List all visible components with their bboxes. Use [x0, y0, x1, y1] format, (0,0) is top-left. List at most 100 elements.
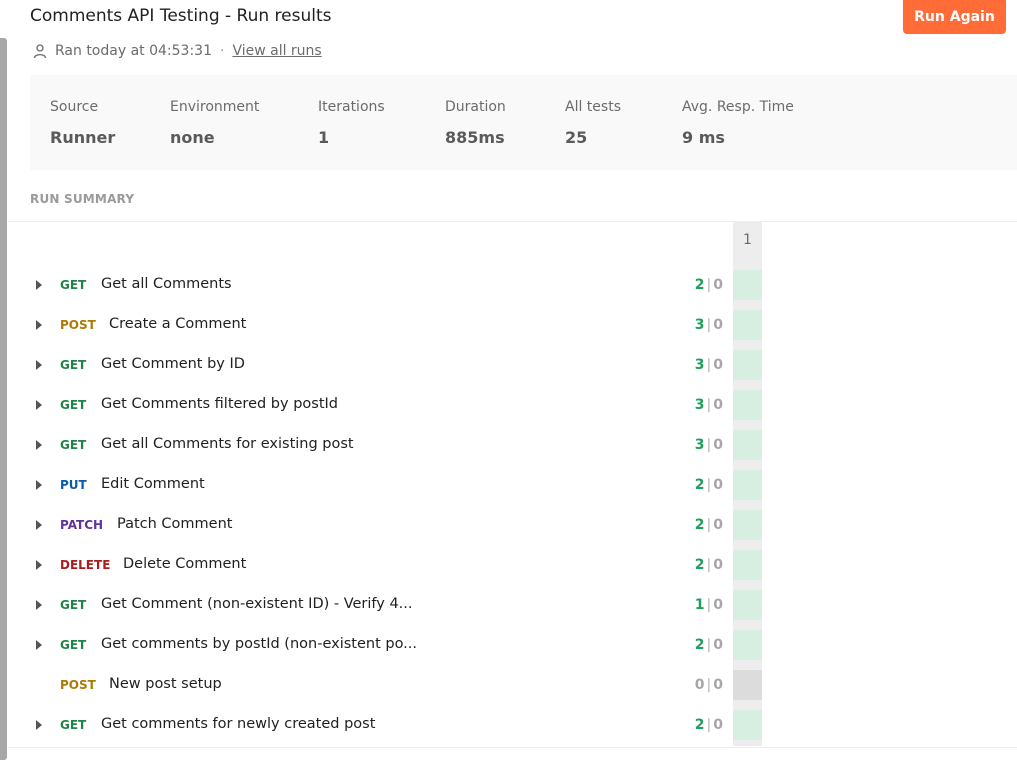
stat-value: Runner — [50, 128, 116, 147]
iteration-result-cell[interactable] — [733, 590, 762, 620]
failed-count: 0 — [713, 637, 723, 653]
iteration-result-cell[interactable] — [733, 510, 762, 540]
count-separator: | — [706, 397, 712, 413]
run-results-page: Comments API Testing - Run results Run A… — [0, 0, 1017, 777]
expand-caret-icon[interactable] — [36, 480, 42, 490]
iteration-result-cell[interactable] — [733, 670, 762, 700]
iteration-header: 1 — [743, 232, 752, 248]
iteration-result-cell[interactable] — [733, 550, 762, 580]
request-name[interactable]: Get Comments filtered by postId — [101, 396, 338, 412]
stat-label: Iterations — [318, 99, 385, 115]
request-name[interactable]: Get Comment (non-existent ID) - Verify 4… — [101, 596, 413, 612]
passed-count: 2 — [694, 557, 705, 573]
request-row[interactable]: PUT Edit Comment 2 | 0 — [0, 466, 1017, 506]
stat-label: Source — [50, 99, 99, 115]
failed-count: 0 — [713, 397, 723, 413]
test-counts: 2 | 0 — [668, 477, 723, 493]
page-title: Comments API Testing - Run results — [30, 6, 332, 26]
run-summary-heading: RUN SUMMARY — [30, 192, 135, 206]
test-counts: 3 | 0 — [668, 437, 723, 453]
iteration-result-cell[interactable] — [733, 710, 762, 740]
request-name[interactable]: Edit Comment — [101, 476, 205, 492]
stat-label: Duration — [445, 99, 506, 115]
expand-caret-icon[interactable] — [36, 320, 42, 330]
count-separator: | — [706, 717, 712, 733]
http-method-badge: GET — [60, 598, 87, 612]
request-row[interactable]: POST Create a Comment 3 | 0 — [0, 306, 1017, 346]
failed-count: 0 — [713, 597, 723, 613]
expand-caret-icon[interactable] — [36, 280, 42, 290]
expand-caret-icon[interactable] — [36, 360, 42, 370]
http-method-badge: PUT — [60, 478, 87, 492]
http-method-badge: GET — [60, 278, 87, 292]
count-separator: | — [706, 357, 712, 373]
iteration-result-cell[interactable] — [733, 270, 762, 300]
test-counts: 2 | 0 — [668, 557, 723, 573]
passed-count: 1 — [694, 597, 705, 613]
request-row[interactable]: DELETE Delete Comment 2 | 0 — [0, 546, 1017, 586]
request-row[interactable]: GET Get Comment by ID 3 | 0 — [0, 346, 1017, 386]
stat-value: 9 ms — [682, 128, 725, 147]
request-row[interactable]: GET Get all Comments for existing post 3 | 0 — [0, 426, 1017, 466]
test-counts: 2 | 0 — [668, 717, 723, 733]
iteration-result-cell[interactable] — [733, 310, 762, 340]
http-method-badge: POST — [60, 318, 96, 332]
request-row[interactable]: POST New post setup 0 | 0 — [0, 666, 1017, 706]
passed-count: 3 — [694, 317, 705, 333]
passed-count: 3 — [694, 357, 705, 373]
passed-count: 2 — [694, 477, 705, 493]
stat-value: 1 — [318, 128, 330, 147]
test-counts: 3 | 0 — [668, 357, 723, 373]
run-meta: Ran today at 04:53:31 · View all runs — [32, 43, 322, 59]
request-row[interactable]: GET Get Comments filtered by postId 3 | 0 — [0, 386, 1017, 426]
count-separator: | — [706, 597, 712, 613]
failed-count: 0 — [713, 357, 723, 373]
passed-count: 3 — [694, 397, 705, 413]
request-row[interactable]: GET Get Comment (non-existent ID) - Verif… — [0, 586, 1017, 626]
count-separator: | — [706, 637, 712, 653]
request-name[interactable]: Get Comment by ID — [101, 356, 245, 372]
test-counts: 3 | 0 — [668, 397, 723, 413]
request-name[interactable]: Get comments by postId (non-existent po.… — [101, 636, 417, 652]
view-all-runs-link[interactable]: View all runs — [232, 43, 321, 59]
request-name[interactable]: Create a Comment — [109, 316, 246, 332]
user-icon — [32, 43, 48, 59]
expand-caret-icon[interactable] — [36, 720, 42, 730]
divider — [8, 747, 1017, 748]
http-method-badge: POST — [60, 678, 96, 692]
count-separator: | — [706, 517, 712, 533]
ran-timestamp: Ran today at 04:53:31 — [55, 43, 212, 59]
request-name[interactable]: New post setup — [109, 676, 222, 692]
http-method-badge: GET — [60, 358, 87, 372]
request-row[interactable]: PATCH Patch Comment 2 | 0 — [0, 506, 1017, 546]
count-separator: | — [706, 557, 712, 573]
iteration-result-cell[interactable] — [733, 430, 762, 460]
count-separator: | — [706, 277, 712, 293]
expand-caret-icon[interactable] — [36, 600, 42, 610]
passed-count: 2 — [694, 637, 705, 653]
failed-count: 0 — [713, 437, 723, 453]
iteration-result-cell[interactable] — [733, 630, 762, 660]
expand-caret-icon[interactable] — [36, 640, 42, 650]
iteration-result-cell[interactable] — [733, 390, 762, 420]
passed-count: 2 — [694, 277, 705, 293]
expand-caret-icon[interactable] — [36, 560, 42, 570]
iteration-result-cell[interactable] — [733, 470, 762, 500]
request-name[interactable]: Get all Comments — [101, 276, 232, 292]
test-counts: 1 | 0 — [668, 597, 723, 613]
request-name[interactable]: Get all Comments for existing post — [101, 436, 354, 452]
http-method-badge: GET — [60, 438, 87, 452]
meta-separator: · — [219, 43, 225, 59]
request-name[interactable]: Get comments for newly created post — [101, 716, 375, 732]
request-name[interactable]: Delete Comment — [123, 556, 246, 572]
request-row[interactable]: GET Get comments by postId (non-existent … — [0, 626, 1017, 666]
expand-caret-icon[interactable] — [36, 440, 42, 450]
request-name[interactable]: Patch Comment — [117, 516, 232, 532]
request-row[interactable]: GET Get comments for newly created post 2 |… — [0, 706, 1017, 746]
count-separator: | — [706, 477, 712, 493]
expand-caret-icon[interactable] — [36, 400, 42, 410]
expand-caret-icon[interactable] — [36, 520, 42, 530]
iteration-result-cell[interactable] — [733, 350, 762, 380]
run-again-button[interactable]: Run Again — [903, 0, 1006, 34]
request-row[interactable]: GET Get all Comments 2 | 0 — [0, 266, 1017, 306]
